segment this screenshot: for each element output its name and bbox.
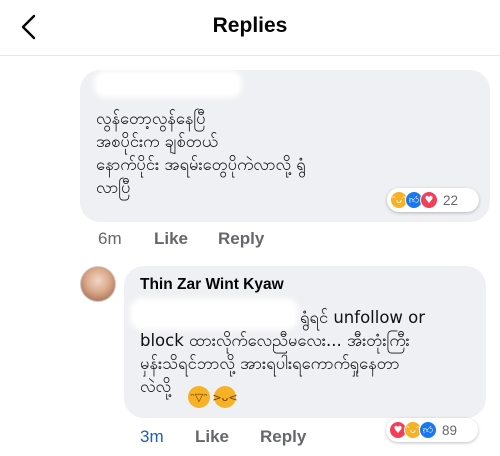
- comment-line: နောက်ပိုင်း အရမ်းတွေပိုကဲလာလို့ ရွံ: [96, 155, 306, 174]
- top-bar: Replies: [0, 0, 500, 56]
- comment-line: မှန်းသိရင်ဘာလို့ အားရပါးရကောက်ရှုနေတာ: [140, 354, 400, 373]
- comment-time: 6m: [98, 229, 122, 248]
- reaction-summary[interactable]: ♥ ᵔᴗᵔ 👍︎ 89: [386, 418, 478, 442]
- comment-line: လာပြီ: [96, 178, 131, 197]
- like-button[interactable]: Like: [154, 229, 188, 249]
- comment-text: လွန်တော့လွန်နေပြီအစပိုင်းက ချစ်တယ်နောက်ပ…: [96, 107, 306, 199]
- comment-line: ရွံရင် unfollow or: [300, 308, 426, 327]
- avatar[interactable]: [80, 266, 116, 302]
- reaction-count: 22: [443, 192, 459, 208]
- comment-line: အစပိုင်းက ချစ်တယ်: [96, 132, 218, 151]
- reaction-count: 89: [442, 422, 458, 438]
- comment-time[interactable]: 3m: [140, 427, 164, 447]
- reply-button[interactable]: Reply: [218, 229, 264, 249]
- squinting-tongue-emoji-icon: >ᴗ<: [212, 386, 238, 408]
- reply-text: ရွံရင် unfollow or block ထားလိုက်လေညီမလေး…: [140, 306, 425, 398]
- page-title: Replies: [212, 14, 288, 37]
- reply-button[interactable]: Reply: [260, 427, 306, 447]
- redacted-author-name: [98, 74, 238, 94]
- comment-line: လွန်တော့လွန်နေပြီ: [96, 109, 206, 128]
- love-icon: ♥: [420, 191, 438, 209]
- author-name[interactable]: Thin Zar Wint Kyaw: [140, 276, 284, 294]
- comment-line: block ထားလိုက်လေညီမလေး... အီးတုံးကြီး: [140, 331, 410, 350]
- comment-line: လဲလို့: [140, 377, 171, 396]
- reaction-summary[interactable]: ᵔᴗᵔ 👍︎ ♥ 22: [387, 188, 479, 212]
- laughing-crying-emoji-icon: ᵔ▽ᵔ: [188, 386, 210, 408]
- like-icon: 👍︎: [419, 421, 437, 439]
- like-button[interactable]: Like: [195, 427, 229, 447]
